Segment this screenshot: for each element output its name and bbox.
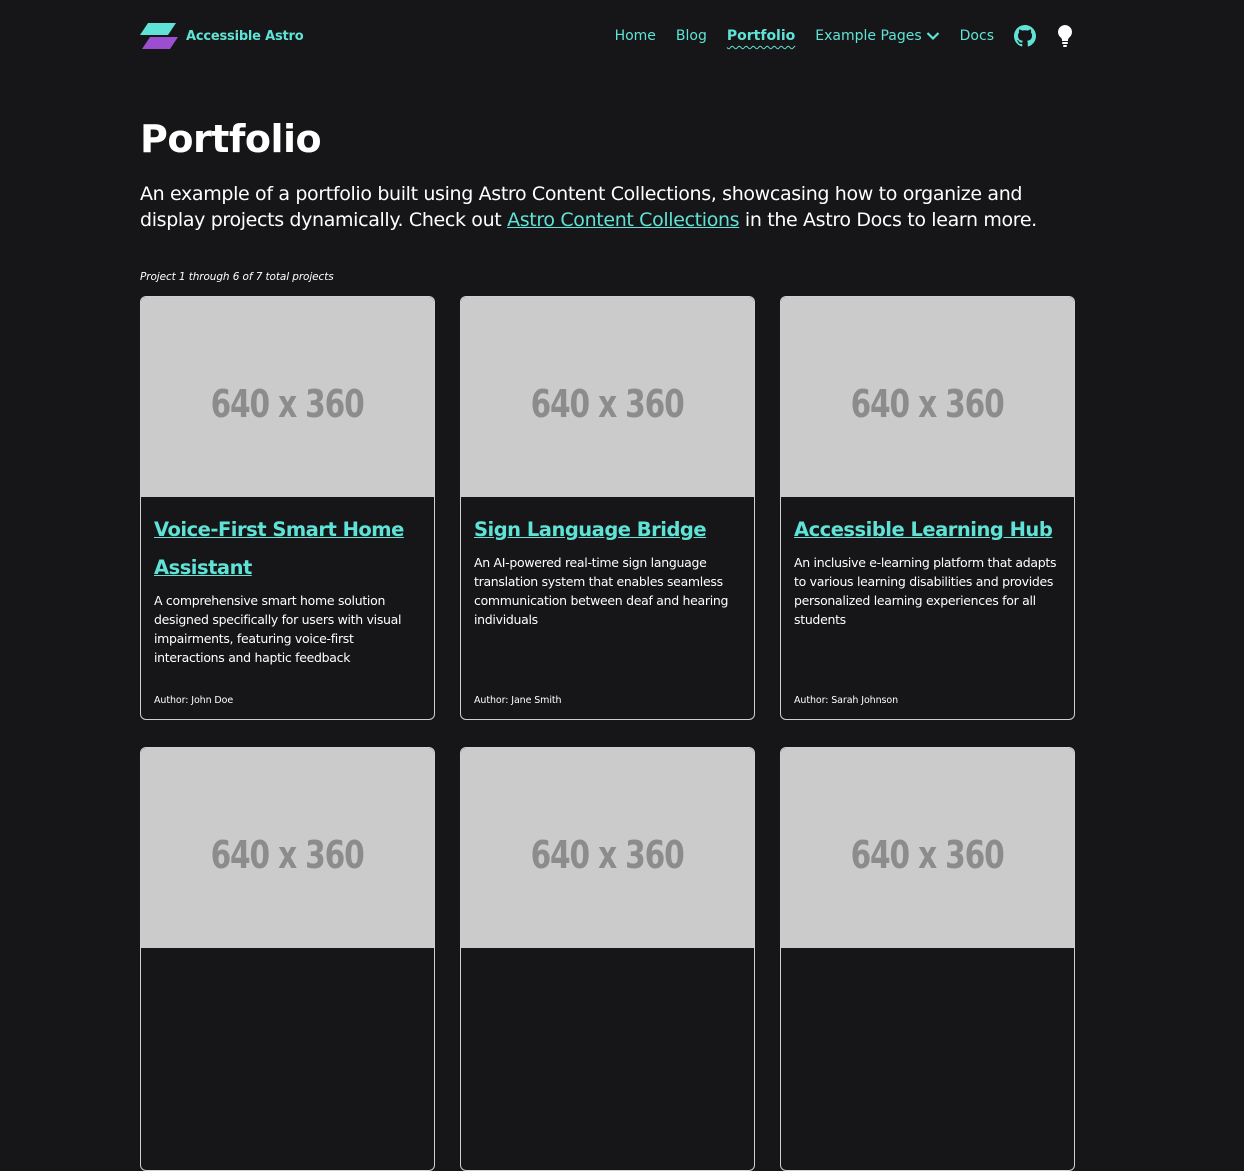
placeholder-dimensions: 640 x 360 [531, 833, 685, 877]
project-card: 640 x 360 Sign Language Bridge An AI-pow… [460, 296, 755, 720]
project-card: 640 x 360 [140, 747, 435, 1171]
astro-content-collections-link[interactable]: Astro Content Collections [507, 209, 739, 231]
project-card: 640 x 360 Voice-First Smart Home Assista… [140, 296, 435, 720]
project-card-body: Voice-First Smart Home Assistant A compr… [141, 497, 434, 719]
project-title: Voice-First Smart Home Assistant [154, 511, 421, 587]
project-card: 640 x 360 Accessible Learning Hub An inc… [780, 296, 1075, 720]
project-title-link[interactable]: Voice-First Smart Home Assistant [154, 518, 404, 579]
project-description: A comprehensive smart home solution desi… [154, 593, 402, 665]
project-image-placeholder: 640 x 360 [141, 748, 434, 948]
project-card: 640 x 360 [460, 747, 755, 1171]
logo-icon [140, 23, 178, 49]
brand-link[interactable]: Accessible Astro [140, 23, 304, 49]
github-link[interactable] [1014, 25, 1036, 47]
main-nav: Home Blog Portfolio Example Pages Docs [615, 24, 1074, 48]
theme-toggle-button[interactable] [1056, 24, 1074, 48]
project-title-link[interactable]: Sign Language Bridge [474, 518, 707, 541]
project-card: 640 x 360 [780, 747, 1075, 1171]
nav-home-link[interactable]: Home [615, 28, 656, 44]
nav-blog-link[interactable]: Blog [676, 28, 707, 44]
placeholder-dimensions: 640 x 360 [851, 382, 1005, 426]
project-card-body: Sign Language Bridge An AI-powered real-… [461, 497, 754, 719]
project-image-placeholder: 640 x 360 [781, 748, 1074, 948]
page-title: Portfolio [140, 117, 322, 161]
page-intro: An example of a portfolio built using As… [140, 181, 1080, 233]
main-content: Portfolio An example of a portfolio buil… [140, 112, 1075, 283]
project-title: Accessible Learning Hub [794, 511, 1061, 549]
placeholder-dimensions: 640 x 360 [851, 833, 1005, 877]
brand-name: Accessible Astro [186, 28, 304, 44]
project-author: Author: John Doe [154, 695, 234, 706]
site-header: Accessible Astro Home Blog Portfolio Exa… [140, 0, 1074, 72]
project-count: Project 1 through 6 of 7 total projects [140, 271, 334, 283]
project-image-placeholder: 640 x 360 [461, 748, 754, 948]
placeholder-dimensions: 640 x 360 [211, 833, 365, 877]
github-icon [1014, 25, 1036, 47]
nav-example-pages-dropdown[interactable]: Example Pages [815, 28, 939, 44]
nav-example-pages-label: Example Pages [815, 28, 922, 44]
project-description: An inclusive e-learning platform that ad… [794, 555, 1057, 627]
project-image-placeholder: 640 x 360 [461, 297, 754, 497]
placeholder-dimensions: 640 x 360 [531, 382, 685, 426]
project-title: Sign Language Bridge [474, 511, 741, 549]
intro-text-after: in the Astro Docs to learn more. [739, 209, 1037, 231]
nav-portfolio-link[interactable]: Portfolio [727, 28, 795, 44]
project-image-placeholder: 640 x 360 [781, 297, 1074, 497]
project-author: Author: Jane Smith [474, 695, 562, 706]
placeholder-dimensions: 640 x 360 [211, 382, 365, 426]
lightbulb-icon [1058, 25, 1072, 47]
project-title-link[interactable]: Accessible Learning Hub [794, 518, 1053, 541]
nav-docs-link[interactable]: Docs [960, 28, 994, 44]
project-grid: 640 x 360 Voice-First Smart Home Assista… [140, 296, 1075, 1171]
project-author: Author: Sarah Johnson [794, 695, 898, 706]
project-description: An AI-powered real-time sign language tr… [474, 555, 729, 627]
project-image-placeholder: 640 x 360 [141, 297, 434, 497]
project-card-body: Accessible Learning Hub An inclusive e-l… [781, 497, 1074, 719]
chevron-down-icon [926, 32, 939, 41]
